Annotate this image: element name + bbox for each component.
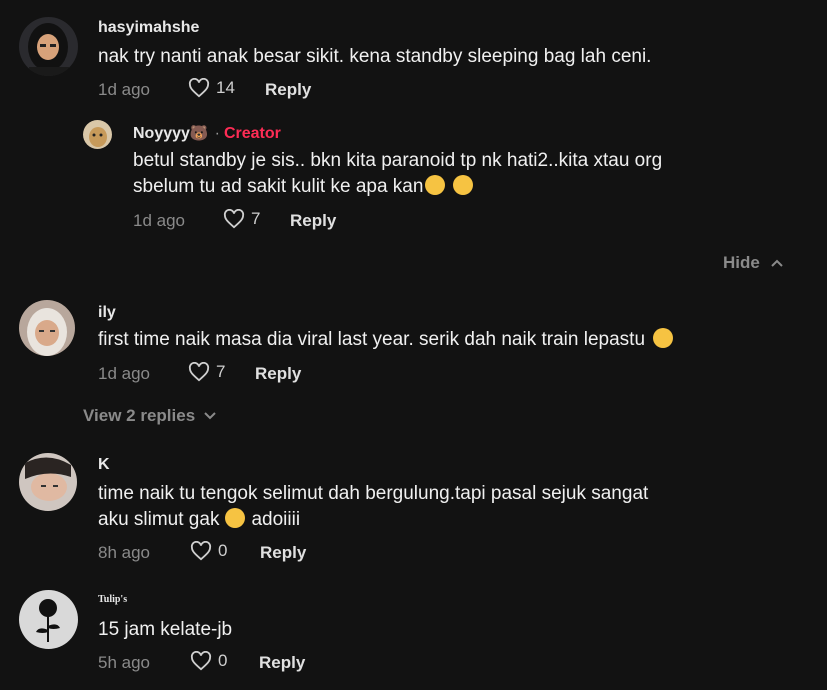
like-count: 14 [216,78,235,97]
avatar[interactable] [83,120,112,149]
reply-button[interactable]: Reply [260,543,306,563]
flushed-face-emoji [425,175,446,195]
comment-username[interactable]: hasyimahshe [98,19,199,37]
avatar[interactable] [19,17,78,76]
view-replies-label: View 2 replies [83,406,196,425]
comment-text-content: first time naik masa dia viral last year… [98,329,646,350]
chevron-down-icon [204,412,216,420]
like-button[interactable]: 7 [223,209,260,229]
heart-outline-icon [188,362,210,382]
comment-text-line2: aku slimut gak adoiiii [98,506,300,533]
comment-username[interactable]: Tulip's [98,594,127,605]
comment-text: 15 jam kelate-jb [98,619,233,640]
heart-outline-icon [190,651,212,671]
comment-text-line2-part2: adoiiii [251,509,301,530]
comment-time: 1d ago [98,80,150,99]
like-count: 0 [218,541,228,560]
reply-button[interactable]: Reply [290,211,336,231]
avatar[interactable] [19,590,78,649]
avatar[interactable] [19,300,75,356]
reply-text-line2: sbelum tu ad sakit kulit ke apa kan [133,173,475,200]
reply-text-line1: betul standby je sis.. bkn kita paranoid… [133,150,663,171]
like-count: 0 [218,651,228,670]
rolling-laughing-emoji [225,508,246,528]
comment-username[interactable]: K [98,456,110,474]
comment-text-line1: time naik tu tengok selimut dah bergulun… [98,483,649,504]
chevron-up-icon [771,259,783,267]
reply-button[interactable]: Reply [265,80,311,100]
view-replies-button[interactable]: View 2 replies [83,406,217,426]
comment-text: nak try nanti anak besar sikit. kena sta… [98,46,652,67]
comment-list: hasyimahshe nak try nanti anak besar sik… [0,0,827,690]
bear-emoji: 🐻 [189,125,209,142]
like-button[interactable]: 7 [188,362,225,382]
like-button[interactable]: 14 [188,78,235,98]
like-count: 7 [251,209,261,228]
flushed-face-emoji [453,175,474,195]
creator-badge: Creator [223,125,281,142]
comment-text: first time naik masa dia viral last year… [98,326,675,353]
comment-time: 1d ago [98,364,150,383]
reply-text-line2-content: sbelum tu ad sakit kulit ke apa kan [133,176,424,197]
comment-username[interactable]: ily [98,304,116,322]
heart-outline-icon [190,541,212,561]
hide-replies-button[interactable]: Hide [723,253,784,273]
reply-time: 1d ago [133,211,185,230]
hide-label: Hide [723,253,760,272]
heart-outline-icon [223,209,245,229]
comment-time: 8h ago [98,543,150,562]
reply-button[interactable]: Reply [255,364,301,384]
comment-time: 5h ago [98,653,150,672]
separator-dot: · [214,125,220,142]
like-button[interactable]: 0 [190,651,227,671]
reply-username[interactable]: Noyyyy🐻 · Creator [133,124,281,143]
reply-button[interactable]: Reply [259,653,305,673]
like-button[interactable]: 0 [190,541,227,561]
rolling-laughing-emoji [653,328,674,348]
heart-outline-icon [188,78,210,98]
comment-text-line2-part1: aku slimut gak [98,509,220,530]
avatar[interactable] [19,453,77,511]
like-count: 7 [216,362,226,381]
reply-username-text: Noyyyy [133,125,190,142]
